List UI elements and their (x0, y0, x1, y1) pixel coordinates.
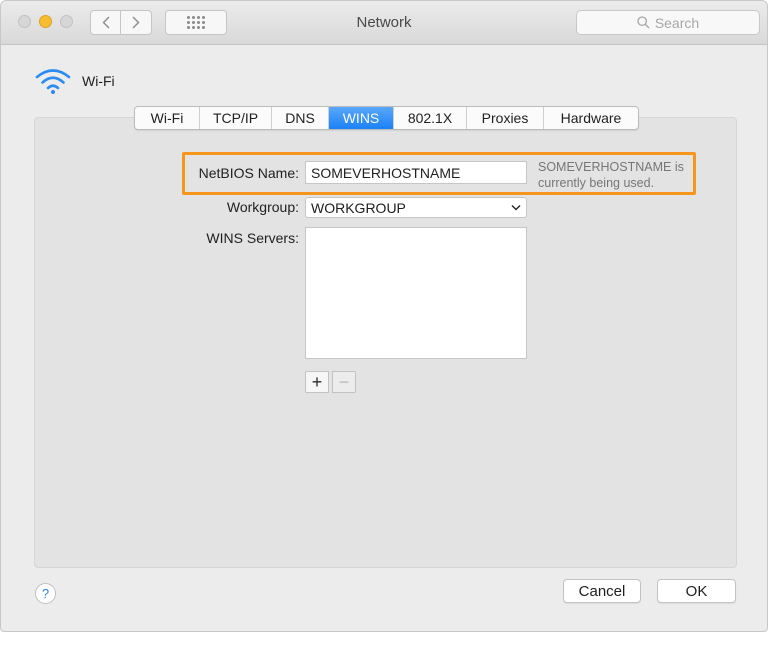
remove-server-button[interactable]: − (332, 371, 356, 393)
help-button[interactable]: ? (35, 583, 56, 604)
service-header: Wi-Fi (34, 67, 115, 95)
tab-wins[interactable]: WINS (329, 107, 394, 129)
add-server-button[interactable]: + (305, 371, 329, 393)
wins-servers-list[interactable] (305, 227, 527, 359)
workgroup-combobox[interactable]: WORKGROUP (305, 197, 527, 218)
title-bar: Network Search (1, 1, 767, 45)
service-name: Wi-Fi (82, 73, 115, 89)
network-window: Network Search Wi-Fi Wi-Fi TCP/IP DNS WI… (0, 0, 768, 632)
tab-tcpip[interactable]: TCP/IP (200, 107, 272, 129)
workgroup-value: WORKGROUP (311, 199, 406, 216)
tab-proxies[interactable]: Proxies (467, 107, 544, 129)
search-icon (637, 16, 650, 29)
netbios-status-hint: SOMEVERHOSTNAME is currently being used. (538, 160, 684, 190)
chevron-down-icon[interactable] (506, 198, 526, 217)
tab-8021x[interactable]: 802.1X (394, 107, 467, 129)
search-field[interactable]: Search (576, 10, 760, 35)
tab-hardware[interactable]: Hardware (544, 107, 638, 129)
wifi-icon (35, 69, 71, 94)
ok-button[interactable]: OK (657, 579, 736, 603)
tab-wifi[interactable]: Wi-Fi (135, 107, 200, 129)
netbios-name-input[interactable]: SOMEVERHOSTNAME (305, 161, 527, 184)
netbios-name-label: NetBIOS Name: (198, 165, 299, 181)
tab-dns[interactable]: DNS (272, 107, 329, 129)
tab-bar: Wi-Fi TCP/IP DNS WINS 802.1X Proxies Har… (134, 106, 639, 130)
wins-servers-label: WINS Servers: (206, 230, 299, 246)
cancel-button[interactable]: Cancel (563, 579, 641, 603)
workgroup-label: Workgroup: (226, 199, 299, 215)
search-placeholder: Search (654, 14, 700, 31)
